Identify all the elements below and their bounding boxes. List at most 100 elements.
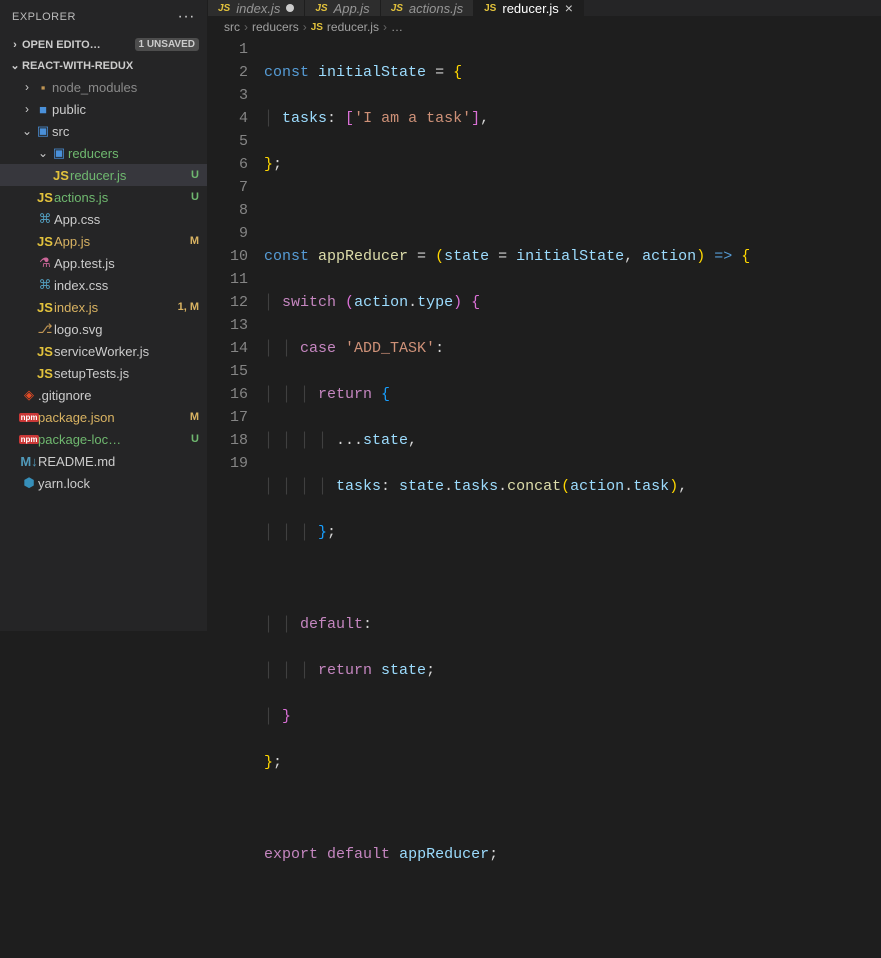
tree-file-app-test-js[interactable]: ⚗ App.test.js: [0, 252, 207, 274]
npm-icon: npm: [20, 413, 38, 422]
tree-folder-reducers[interactable]: ⌄ ▣ reducers: [0, 142, 207, 164]
tree-file-package-lock[interactable]: npm package-loc… U: [0, 428, 207, 450]
line-number: 15: [208, 360, 248, 383]
line-number: 16: [208, 383, 248, 406]
js-icon: JS: [36, 344, 54, 359]
project-name: REACT-WITH-REDUX: [22, 60, 133, 72]
tree-file-reducer-js[interactable]: JS reducer.js U: [0, 164, 207, 186]
close-icon[interactable]: ×: [565, 0, 573, 16]
explorer-header: EXPLORER ···: [0, 0, 207, 34]
line-number: 1: [208, 38, 248, 61]
more-icon[interactable]: ···: [178, 8, 195, 26]
breadcrumb-item[interactable]: reducers: [252, 20, 299, 34]
folder-icon: ▪: [34, 80, 52, 95]
tab-label: actions.js: [409, 1, 463, 16]
tree-file-index-css[interactable]: ⌘ index.css: [0, 274, 207, 296]
tree-label: setupTests.js: [54, 366, 199, 381]
tab-actions-js[interactable]: JS actions.js: [381, 0, 474, 16]
tab-label: App.js: [334, 1, 370, 16]
yarn-icon: ⬢: [20, 475, 38, 491]
js-icon: JS: [36, 366, 54, 381]
tab-label: index.js: [236, 1, 280, 16]
tree-file-actions-js[interactable]: JS actions.js U: [0, 186, 207, 208]
tree-file-index-js[interactable]: JS index.js 1, M: [0, 296, 207, 318]
tree-file-serviceworker-js[interactable]: JS serviceWorker.js: [0, 340, 207, 362]
git-status: U: [191, 433, 199, 445]
js-icon: JS: [218, 3, 230, 14]
breadcrumb-item[interactable]: src: [224, 20, 240, 34]
tree-label: node_modules: [52, 80, 199, 95]
folder-open-icon: ▣: [50, 145, 68, 161]
line-number: 13: [208, 314, 248, 337]
tree-file-logo-svg[interactable]: ⎇ logo.svg: [0, 318, 207, 340]
chevron-down-icon: ⌄: [36, 146, 50, 160]
git-status: U: [191, 191, 199, 203]
line-number: 6: [208, 153, 248, 176]
chevron-right-icon: ›: [8, 39, 22, 51]
js-icon: JS: [315, 3, 327, 14]
tree-label: reducers: [68, 146, 195, 161]
tree-label: src: [52, 124, 195, 139]
npm-icon: npm: [20, 435, 38, 444]
git-status: U: [191, 169, 199, 181]
tab-app-js[interactable]: JS App.js: [305, 0, 380, 16]
open-editors-section[interactable]: › OPEN EDITO… 1 UNSAVED: [0, 34, 207, 55]
line-number: 17: [208, 406, 248, 429]
tree-label: public: [52, 102, 199, 117]
tree-label: App.css: [54, 212, 199, 227]
git-status: M: [190, 235, 199, 247]
tree-file-readme[interactable]: M↓ README.md: [0, 450, 207, 472]
tab-index-js[interactable]: JS index.js: [208, 0, 305, 16]
line-number: 8: [208, 199, 248, 222]
tree-file-setuptests-js[interactable]: JS setupTests.js: [0, 362, 207, 384]
tree-file-app-css[interactable]: ⌘ App.css: [0, 208, 207, 230]
code-content[interactable]: const initialState = { │ tasks: ['I am a…: [264, 38, 881, 958]
git-status: 1, M: [178, 301, 199, 313]
svg-icon: ⎇: [36, 321, 54, 337]
line-gutter: 1 2 3 4 5 6 7 8 9 10 11 12 13 14 15 16 1…: [208, 38, 264, 958]
chevron-down-icon: ⌄: [8, 59, 22, 72]
chevron-right-icon: ›: [20, 102, 34, 116]
breadcrumb-item[interactable]: reducer.js: [327, 20, 379, 34]
line-number: 18: [208, 429, 248, 452]
project-section[interactable]: ⌄ REACT-WITH-REDUX: [0, 55, 207, 76]
line-number: 3: [208, 84, 248, 107]
tree-label: actions.js: [54, 190, 187, 205]
tree-file-gitignore[interactable]: ◈ .gitignore: [0, 384, 207, 406]
tree-folder-src[interactable]: ⌄ ▣ src: [0, 120, 207, 142]
breadcrumb-ellipsis[interactable]: …: [391, 20, 403, 34]
explorer-sidebar: EXPLORER ··· › OPEN EDITO… 1 UNSAVED ⌄ R…: [0, 0, 208, 631]
tree-label: serviceWorker.js: [54, 344, 199, 359]
line-number: 4: [208, 107, 248, 130]
line-number: 10: [208, 245, 248, 268]
tab-bar: JS index.js JS App.js JS actions.js JS r…: [208, 0, 881, 16]
js-icon: JS: [391, 3, 403, 14]
chevron-right-icon: ›: [383, 20, 387, 34]
js-icon: JS: [311, 22, 323, 33]
tree-file-app-js[interactable]: JS App.js M: [0, 230, 207, 252]
chevron-right-icon: ›: [303, 20, 307, 34]
chevron-right-icon: ›: [20, 80, 34, 94]
breadcrumbs[interactable]: src › reducers › JS reducer.js › …: [208, 16, 881, 38]
tree-file-package-json[interactable]: npm package.json M: [0, 406, 207, 428]
folder-icon: ■: [34, 102, 52, 117]
tree-label: reducer.js: [70, 168, 187, 183]
line-number: 14: [208, 337, 248, 360]
folder-open-icon: ▣: [34, 123, 52, 139]
js-icon: JS: [52, 168, 70, 183]
open-editors-label: OPEN EDITO…: [22, 39, 101, 51]
line-number: 9: [208, 222, 248, 245]
line-number: 5: [208, 130, 248, 153]
code-editor[interactable]: 1 2 3 4 5 6 7 8 9 10 11 12 13 14 15 16 1…: [208, 38, 881, 958]
tree-label: index.js: [54, 300, 174, 315]
tree-folder-public[interactable]: › ■ public: [0, 98, 207, 120]
js-icon: JS: [36, 300, 54, 315]
git-icon: ◈: [20, 387, 38, 403]
tree-label: .gitignore: [38, 388, 199, 403]
tree-folder-node-modules[interactable]: › ▪ node_modules: [0, 76, 207, 98]
tree-file-yarn-lock[interactable]: ⬢ yarn.lock: [0, 472, 207, 494]
tab-reducer-js[interactable]: JS reducer.js ×: [474, 0, 584, 16]
tree-label: package-loc…: [38, 432, 187, 447]
tree-label: package.json: [38, 410, 186, 425]
unsaved-badge: 1 UNSAVED: [135, 38, 200, 51]
